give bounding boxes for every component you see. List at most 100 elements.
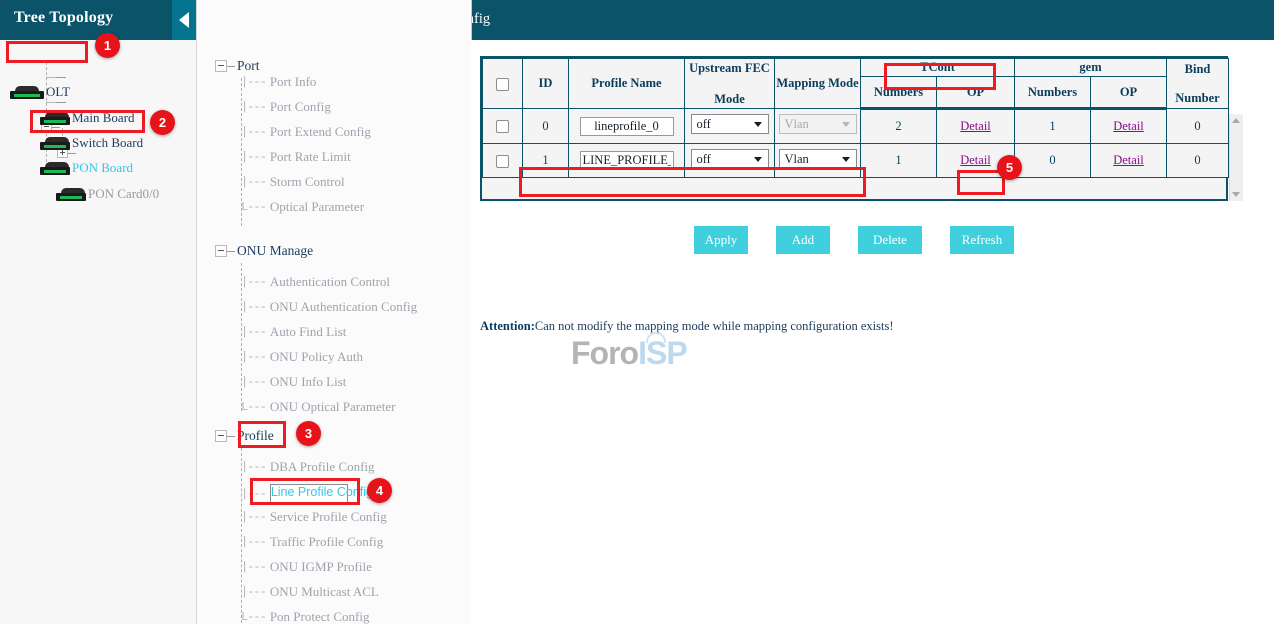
menu-item-onu-info-list[interactable]: |--- ONU Info List xyxy=(241,374,346,390)
select-value: Vlan xyxy=(785,152,809,167)
tree-bullet-icon: |--- xyxy=(241,585,266,599)
tree-node-pon-board[interactable]: PON Board xyxy=(40,160,133,176)
tree-bullet-icon: |--- xyxy=(241,175,266,189)
menu-item-dba-profile-config[interactable]: |--- DBA Profile Config xyxy=(241,459,375,475)
header-upstream-fec-mode: Upstream FEC Mode xyxy=(685,59,775,109)
tree-connector-h2 xyxy=(46,102,56,103)
tree-node-label: OLT xyxy=(46,84,70,100)
upstream-fec-mode-select[interactable]: off xyxy=(691,114,769,134)
annotation-badge-5: 5 xyxy=(997,155,1022,180)
menu-item-onu-igmp-profile[interactable]: |--- ONU IGMP Profile xyxy=(241,559,372,575)
caret-down-icon[interactable] xyxy=(1232,192,1240,197)
menu-item-label: Optical Parameter xyxy=(270,199,364,215)
apply-button[interactable]: Apply xyxy=(694,226,748,254)
menu-expander-onu-manage[interactable] xyxy=(215,245,227,257)
tree-bullet-icon: |--- xyxy=(241,150,266,164)
menu-item-onu-policy-auth[interactable]: |--- ONU Policy Auth xyxy=(241,349,363,365)
menu-expander-port[interactable] xyxy=(215,60,227,72)
menu-item-onu-optical-parameter[interactable]: L--- ONU Optical Parameter xyxy=(241,399,395,415)
menu-item-traffic-profile-config[interactable]: |--- Traffic Profile Config xyxy=(241,534,383,550)
tree-node-switch-board[interactable]: Switch Board xyxy=(40,135,143,151)
row-checkbox[interactable] xyxy=(496,120,509,133)
menu-group-profile[interactable]: Profile xyxy=(215,428,274,444)
caret-up-icon[interactable] xyxy=(1232,118,1240,123)
tree-bullet-icon: |--- xyxy=(241,510,266,524)
tree-connector-h1 xyxy=(46,77,56,78)
tree-node-main-board[interactable]: Main Board xyxy=(40,110,134,126)
menu-item-auto-find-list[interactable]: |--- Auto Find List xyxy=(241,324,346,340)
tree-stub-4 xyxy=(56,102,66,103)
menu-item-port-config[interactable]: |--- Port Config xyxy=(241,99,331,115)
menu-item-pon-protect-config[interactable]: L--- Pon Protect Config xyxy=(241,609,369,624)
menu-item-optical-parameter[interactable]: L--- Optical Parameter xyxy=(241,199,364,215)
menu-item-onu-authentication-config[interactable]: |--- ONU Authentication Config xyxy=(241,299,417,315)
header-tcont: TCont xyxy=(861,59,1015,77)
menu-item-storm-control[interactable]: |--- Storm Control xyxy=(241,174,345,190)
refresh-button[interactable]: Refresh xyxy=(950,226,1014,254)
menu-item-label: Authentication Control xyxy=(270,274,390,290)
tree-bullet-icon: |--- xyxy=(241,350,266,364)
tree-bullet-icon: |--- xyxy=(241,325,266,339)
menu-group-label: Port xyxy=(237,58,260,74)
chevron-down-icon xyxy=(754,157,762,162)
tree-node-pon-card[interactable]: PON Card0/0 xyxy=(56,186,159,202)
menu-item-line-profile-config[interactable]: |--- Line Profile Config xyxy=(241,484,348,504)
gem-detail-link[interactable]: Detail xyxy=(1113,119,1144,133)
table-header-row-1: ID Profile Name Upstream FEC Mode Mappin… xyxy=(483,59,1229,77)
row-checkbox[interactable] xyxy=(496,155,509,168)
tree-bullet-icon: |--- xyxy=(241,535,266,549)
tree-stub-2 xyxy=(68,153,76,154)
tree-bullet-icon: |--- xyxy=(241,125,266,139)
menu-item-onu-multicast-acl[interactable]: |--- ONU Multicast ACL xyxy=(241,584,379,600)
tree-node-label: Main Board xyxy=(72,110,134,126)
gem-detail-link[interactable]: Detail xyxy=(1113,153,1144,167)
menu-item-port-rate-limit[interactable]: |--- Port Rate Limit xyxy=(241,149,351,165)
menu-item-port-info[interactable]: |--- Port Info xyxy=(241,74,316,90)
annotation-badge-3: 3 xyxy=(296,421,321,446)
menu-item-label: ONU Policy Auth xyxy=(270,349,363,365)
minus-icon xyxy=(218,435,224,436)
menu-group-onu-manage[interactable]: ONU Manage xyxy=(215,243,313,259)
tree-bullet-icon: L--- xyxy=(241,200,266,214)
header-bind-line2: Number xyxy=(1168,91,1227,106)
select-all-checkbox[interactable] xyxy=(496,78,509,91)
collapse-panel-button[interactable] xyxy=(172,0,196,40)
tcont-detail-link[interactable]: Detail xyxy=(960,119,991,133)
row-mapping-mode-cell: Vlan xyxy=(775,109,861,144)
row-profile-name-cell xyxy=(569,109,685,144)
upstream-fec-mode-select[interactable]: off xyxy=(691,149,769,169)
main-content: ID Profile Name Upstream FEC Mode Mappin… xyxy=(471,40,1274,624)
tree-node-olt[interactable]: OLT xyxy=(10,84,70,100)
tree-bullet-icon: |--- xyxy=(241,460,266,474)
menu-item-label: Port Rate Limit xyxy=(270,149,351,165)
row-gem-numbers: 1 xyxy=(1015,109,1091,144)
table-scrollbar[interactable] xyxy=(1229,114,1243,201)
watermark: ForoISP xyxy=(571,335,687,372)
device-icon xyxy=(10,86,44,99)
header-tcont-numbers: Numbers xyxy=(861,77,937,109)
menu-group-port[interactable]: Port xyxy=(215,58,260,74)
row-mapping-mode-cell: Vlan xyxy=(775,144,861,178)
tree-bullet-icon: L--- xyxy=(241,610,266,624)
menu-expander-profile[interactable] xyxy=(215,430,227,442)
select-all-header xyxy=(483,59,523,109)
menu-item-label: DBA Profile Config xyxy=(270,459,375,475)
mapping-mode-select[interactable]: Vlan xyxy=(779,149,857,169)
menu-item-service-profile-config[interactable]: |--- Service Profile Config xyxy=(241,509,387,525)
header-upstream-fec-line2: Mode xyxy=(686,92,773,107)
delete-button[interactable]: Delete xyxy=(858,226,922,254)
tree-bullet-icon: |--- xyxy=(241,75,266,89)
header-mapping-mode: Mapping Mode xyxy=(775,59,861,109)
tree-bullet-icon: |--- xyxy=(241,300,266,314)
menu-item-label: Traffic Profile Config xyxy=(270,534,383,550)
add-button[interactable]: Add xyxy=(776,226,830,254)
menu-item-authentication-control[interactable]: |--- Authentication Control xyxy=(241,274,390,290)
menu-group-connector xyxy=(227,66,235,67)
tree-bullet-icon: L--- xyxy=(241,400,266,414)
profile-name-input[interactable] xyxy=(580,117,674,136)
profile-name-input[interactable] xyxy=(580,151,674,170)
tcont-detail-link[interactable]: Detail xyxy=(960,153,991,167)
action-button-row: Apply Add Delete Refresh xyxy=(480,226,1228,254)
menu-item-port-extend-config[interactable]: |--- Port Extend Config xyxy=(241,124,371,140)
chevron-down-icon xyxy=(842,157,850,162)
